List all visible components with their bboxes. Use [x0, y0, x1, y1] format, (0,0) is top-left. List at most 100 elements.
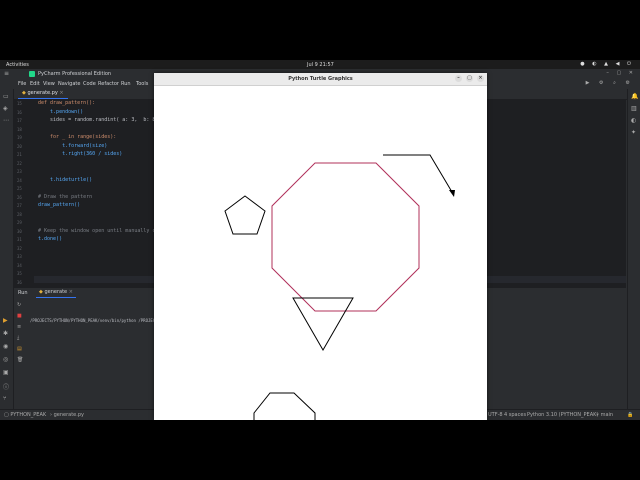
line-number: 17	[17, 118, 22, 123]
line-number: 31	[17, 237, 22, 242]
line-gutter: 15 16 17 18 19 20 21 22 23 24 25 26 27 28 29 30 31 32 33 34…	[14, 100, 34, 302]
line-number: 19	[17, 135, 22, 140]
menu-code[interactable]: Code	[83, 81, 96, 87]
more-icon[interactable]: ⋯	[3, 117, 9, 124]
notifications-icon[interactable]: 🔔	[631, 93, 638, 100]
soft-wrap-icon[interactable]: ≡	[17, 324, 21, 330]
code-line: t.done()	[38, 236, 63, 242]
menu-edit[interactable]: Edit	[30, 81, 40, 87]
rerun-icon[interactable]: ↻	[17, 302, 21, 308]
code-line: # Draw the pattern	[38, 193, 93, 200]
python-console-icon[interactable]: ◎	[3, 356, 8, 363]
debug-icon[interactable]: ✱	[3, 330, 8, 337]
ai-assistant-icon[interactable]: ✦	[631, 129, 636, 136]
close-button[interactable]: ×	[477, 75, 484, 82]
close-run-tab-icon[interactable]: ×	[69, 289, 73, 295]
code-line: draw_pattern()	[38, 202, 81, 208]
system-clock[interactable]: Jul 9 21:57	[307, 62, 334, 68]
status-project[interactable]: ▢ PYTHON_PEAK	[4, 412, 46, 418]
line-number: 30	[17, 228, 22, 234]
print-icon[interactable]: ▤	[17, 346, 22, 352]
line-number: 27	[17, 203, 22, 208]
sciview-icon[interactable]: ◐	[631, 117, 636, 124]
code-line: def draw_pattern():	[38, 100, 96, 106]
line-number: 35	[17, 271, 22, 276]
status-encoding[interactable]: UTF-8	[488, 412, 503, 418]
code-line: # Keep the window open until manually cl…	[38, 227, 171, 234]
line-number: 25	[17, 186, 22, 191]
line-number: 28	[17, 211, 22, 217]
hexagon-shape	[253, 392, 316, 420]
line-number: 20	[17, 143, 22, 149]
menu-navigate[interactable]: Navigate	[58, 81, 80, 87]
line-number: 29	[17, 220, 22, 225]
lock-icon[interactable]: 🔒	[627, 412, 633, 418]
close-tab-icon[interactable]: ×	[59, 90, 63, 96]
line-number: 26	[17, 194, 22, 200]
line-number: 15	[17, 101, 22, 106]
run-tool-icon[interactable]: ▶	[3, 317, 8, 324]
git-icon[interactable]: ⑂	[3, 395, 7, 402]
status-branch[interactable]: ⑂ main	[596, 412, 613, 418]
status-indent[interactable]: 4 spaces	[504, 412, 526, 418]
code-line: t.hideturtle()	[38, 176, 93, 183]
triangle-shape	[292, 297, 354, 352]
activities-button[interactable]: Activities	[6, 62, 29, 68]
run-config-tab[interactable]: ◆ generate ×	[36, 288, 76, 298]
main-menu-icon[interactable]: ≡	[4, 70, 9, 77]
menu-view[interactable]: View	[43, 81, 55, 87]
trash-icon[interactable]: 🗑	[17, 357, 23, 363]
pycharm-logo-icon	[29, 71, 35, 77]
menu-refactor[interactable]: Refactor	[98, 81, 119, 87]
right-tool-strip: 🔔 ▥ ◐ ✦	[627, 89, 640, 409]
database-icon[interactable]: ▥	[631, 105, 637, 112]
turtle-title-bar[interactable]: Python Turtle Graphics – ▢ ×	[154, 73, 487, 86]
run-tab-label[interactable]: Run	[18, 290, 28, 296]
system-top-bar: Activities Jul 9 21:57 ● ◐ ▲ ◀ ⏻	[0, 60, 640, 69]
toolbar-icons[interactable]: ▶ ⚙ ⌕ ⚙	[586, 80, 634, 86]
minimize-button[interactable]: –	[455, 75, 462, 82]
pentagon-shape	[224, 195, 266, 235]
problems-icon[interactable]: ⓘ	[3, 382, 9, 391]
turtle-canvas	[224, 154, 455, 420]
line-number: 34	[17, 262, 22, 268]
line-number: 18	[17, 126, 22, 132]
code-line: t.forward(size)	[38, 142, 108, 149]
code-line: t.pendown()	[38, 108, 84, 115]
menu-tools[interactable]: Tools	[136, 81, 148, 87]
turtle-window-title: Python Turtle Graphics	[288, 76, 353, 82]
line-number: 32	[17, 245, 22, 251]
run-output: /PROJECTS/PYTHON/PYTHON_PEAK/venv/bin/py…	[30, 318, 158, 323]
line-number: 24	[17, 177, 22, 183]
run-config-label: generate	[44, 289, 68, 295]
line-number: 23	[17, 169, 22, 174]
system-tray[interactable]: ● ◐ ▲ ◀ ⏻	[580, 61, 634, 67]
terminal-icon[interactable]: ▣	[3, 369, 9, 376]
tab-generate-py[interactable]: ◆ generate.py ×	[18, 89, 68, 99]
status-interpreter[interactable]: Python 3.10 (PYTHON_PEAK)	[527, 412, 598, 418]
run-toolbar: ↻ ■ ≡ ⤓ ▤ 🗑	[14, 300, 26, 410]
ide-title: PyCharm Professional Edition	[38, 71, 112, 77]
turtle-window[interactable]: Python Turtle Graphics – ▢ ×	[154, 73, 487, 420]
stop-icon[interactable]: ■	[17, 313, 22, 319]
line-number: 16	[17, 109, 22, 115]
menu-file[interactable]: File	[18, 81, 26, 87]
line-number: 33	[17, 254, 22, 259]
left-tool-strip: ▭ ◈ ⋯ ▶ ✱ ◉ ◎ ▣ ⓘ ⑂	[0, 89, 14, 409]
code-line: sides = random.randint( a: 3, b: 8)	[38, 117, 159, 123]
maximize-button[interactable]: ▢	[466, 75, 473, 82]
line-number: 21	[17, 152, 22, 157]
python-file-icon: ◆	[39, 289, 43, 295]
menu-run[interactable]: Run	[121, 81, 131, 87]
python-file-icon: ◆	[22, 90, 26, 96]
scroll-end-icon[interactable]: ⤓	[17, 335, 19, 341]
status-file[interactable]: › generate.py	[50, 412, 84, 418]
structure-icon[interactable]: ◈	[3, 105, 8, 112]
line-number: 22	[17, 160, 22, 166]
project-icon[interactable]: ▭	[3, 93, 9, 100]
turtle-arrow-icon	[449, 190, 455, 197]
python-packages-icon[interactable]: ◉	[3, 343, 8, 350]
code-line: for _ in range(sides):	[38, 134, 117, 140]
ide-window-controls[interactable]: – ▢ ✕	[606, 70, 636, 76]
octagon-shape	[271, 162, 420, 312]
